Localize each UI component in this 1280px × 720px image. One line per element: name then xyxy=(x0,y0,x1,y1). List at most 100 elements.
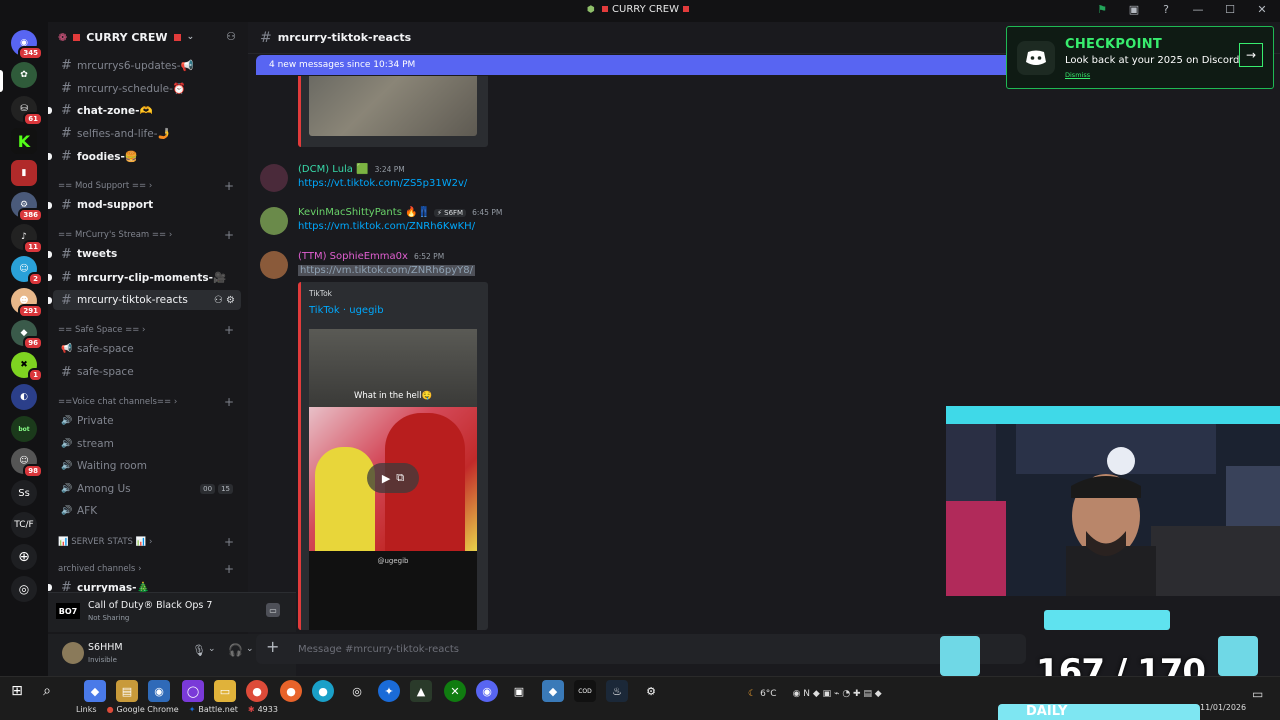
links-toolbar[interactable]: Links xyxy=(76,705,97,714)
category-voice[interactable]: ==Voice chat channels== › + xyxy=(58,395,238,409)
category-safe-space[interactable]: == Safe Space == › + xyxy=(58,323,238,337)
message-author[interactable]: (DCM) Lula 🟩 xyxy=(298,164,369,175)
channel-item[interactable]: # mod-support xyxy=(48,195,241,215)
chrome-icon[interactable]: ● xyxy=(246,680,268,702)
message-link-selected[interactable]: https://vm.tiktok.com/ZNRh6pyY8/ xyxy=(298,265,475,276)
message-link[interactable]: https://vt.tiktok.com/ZS5p31W2v/ xyxy=(298,178,467,189)
server-icon[interactable]: bot xyxy=(11,416,37,442)
discord-icon[interactable]: ◉ xyxy=(476,680,498,702)
channel-item[interactable]: # mrcurry-clip-moments-🎥 xyxy=(48,267,241,287)
search-icon[interactable]: ⌕ xyxy=(36,680,58,702)
category-stream[interactable]: == MrCurry's Stream == › + xyxy=(58,228,238,242)
inbox-icon[interactable]: ▣ xyxy=(1126,3,1142,16)
category-server-stats[interactable]: 📊 SERVER STATS 📊 › + xyxy=(58,535,238,549)
flag-icon[interactable]: ⚑ xyxy=(1094,3,1110,16)
message-author[interactable]: (TTM) SophieEmma0x xyxy=(298,251,408,262)
chevron-down-icon[interactable]: ⌄ xyxy=(246,644,254,654)
server-icon[interactable]: ⚙ 386 xyxy=(11,192,43,222)
add-channel-icon[interactable]: + xyxy=(224,323,234,337)
direct-messages-icon[interactable]: ◉ 345 xyxy=(11,30,43,60)
add-channel-icon[interactable]: + xyxy=(224,535,234,549)
activity-panel[interactable]: BO7 Call of Duty® Black Ops 7 Not Sharin… xyxy=(48,592,296,632)
channel-item[interactable]: # safe-space xyxy=(53,362,241,382)
embed-thumbnail[interactable] xyxy=(309,76,477,136)
message-author[interactable]: KevinMacShittyPants 🔥👖 xyxy=(298,207,430,218)
channel-item[interactable]: # foodies-🍔 xyxy=(48,146,241,166)
copilot-icon[interactable]: ◆ xyxy=(84,680,106,702)
settings-icon[interactable]: ⚙ xyxy=(640,680,662,702)
avatar[interactable] xyxy=(260,164,288,192)
server-curry-crew[interactable]: ✿ xyxy=(11,62,37,88)
play-button[interactable]: ▶ ⧉ xyxy=(367,463,419,493)
notifications-icon[interactable]: ▭ xyxy=(1252,687,1263,701)
channel-item[interactable]: # mrcurrys6-updates-📢 xyxy=(53,55,241,75)
chevron-down-icon[interactable]: ⌄ xyxy=(208,644,216,654)
add-channel-icon[interactable]: + xyxy=(224,179,234,193)
server-header[interactable]: ❁ CURRY CREW ⌄ ⚇ xyxy=(48,22,248,52)
channel-item[interactable]: # selfies-and-life-🤳 xyxy=(53,123,241,143)
firefox-icon[interactable]: ● xyxy=(280,680,302,702)
add-channel-icon[interactable]: + xyxy=(224,228,234,242)
store-icon[interactable]: ▤ xyxy=(116,680,138,702)
new-messages-bar[interactable]: 4 new messages since 10:34 PM xyxy=(256,55,1016,75)
add-attachment-icon[interactable]: + xyxy=(266,637,279,656)
server-icon[interactable]: ▮ xyxy=(11,160,37,186)
windows-start-icon[interactable]: ⊞ xyxy=(6,680,28,702)
settings-icon[interactable]: ⚇ ⚙ xyxy=(214,295,235,306)
quicklink-battlenet[interactable]: ✦ Battle.net xyxy=(189,705,238,714)
category-mod-support[interactable]: == Mod Support == › + xyxy=(58,179,238,193)
cod-icon[interactable]: COD xyxy=(574,680,596,702)
app-icon[interactable]: ▲ xyxy=(410,680,432,702)
minimize-icon[interactable]: — xyxy=(1190,3,1206,16)
checkpoint-promo[interactable]: CHECKPOINT Look back at your 2025 on Dis… xyxy=(1006,26,1274,89)
voice-channel-item[interactable]: 🔊 Among Us 00 15 xyxy=(53,479,241,499)
add-channel-icon[interactable]: + xyxy=(224,562,234,576)
app-icon[interactable]: ◎ xyxy=(346,680,368,702)
dismiss-link[interactable]: Dismiss xyxy=(1065,71,1090,79)
help-icon[interactable]: ? xyxy=(1158,3,1174,16)
app-icon[interactable]: ◯ xyxy=(182,680,204,702)
forum-channel-item[interactable]: 📢 safe-space xyxy=(53,339,241,359)
close-icon[interactable]: ✕ xyxy=(1254,3,1270,16)
channel-item[interactable]: # chat-zone-🫶 xyxy=(48,100,241,120)
add-channel-icon[interactable]: + xyxy=(224,395,234,409)
avatar[interactable] xyxy=(62,642,84,664)
category-archived[interactable]: archived channels › + xyxy=(58,562,238,576)
file-explorer-icon[interactable]: ▭ xyxy=(214,680,236,702)
avatar[interactable] xyxy=(260,251,288,279)
avatar[interactable] xyxy=(260,207,288,235)
channel-item[interactable]: # tweets xyxy=(48,244,241,264)
discover-icon[interactable]: ◎ xyxy=(11,576,37,602)
server-icon[interactable]: ☺ 2 xyxy=(11,256,43,286)
embed-title[interactable]: TikTok · ugegib xyxy=(309,305,384,316)
message-composer[interactable]: + Message #mrcurry-tiktok-reacts xyxy=(256,634,1026,664)
server-icon[interactable]: ♪ 11 xyxy=(11,224,43,254)
voice-channel-item[interactable]: 🔊 Private xyxy=(53,411,241,431)
add-server-icon[interactable]: ⊕ xyxy=(11,544,37,570)
outlook-icon[interactable]: ◉ xyxy=(148,680,170,702)
server-icon[interactable]: ☻ 291 xyxy=(11,288,43,318)
server-tcf[interactable]: TC/F xyxy=(11,512,37,538)
edge-icon[interactable]: ● xyxy=(312,680,334,702)
embed-video[interactable]: What in the hell🤤 ▶ ⧉ @ugegib xyxy=(309,329,477,630)
voice-channel-item[interactable]: 🔊 stream xyxy=(53,434,241,454)
screen-share-icon[interactable]: ▭ xyxy=(266,603,280,617)
maximize-icon[interactable]: ☐ xyxy=(1222,3,1238,16)
server-icon[interactable]: ⛁ 61 xyxy=(11,96,43,126)
headphones-icon[interactable]: 🎧 xyxy=(228,643,243,657)
voice-channel-item[interactable]: 🔊 AFK xyxy=(53,501,241,521)
channel-item-active[interactable]: # mrcurry-tiktok-reacts ⚇ ⚙ xyxy=(48,290,241,310)
kick-server-icon[interactable]: K xyxy=(11,128,37,154)
weather-temp[interactable]: 6°C xyxy=(760,689,777,699)
arrow-right-icon[interactable]: → xyxy=(1239,43,1263,67)
voice-channel-item[interactable]: 🔊 Waiting room xyxy=(53,456,241,476)
xbox-icon[interactable]: ✕ xyxy=(444,680,466,702)
server-ss[interactable]: Ss xyxy=(11,480,37,506)
server-icon[interactable]: ✖ 1 xyxy=(11,352,43,382)
app-icon[interactable]: ◆ xyxy=(542,680,564,702)
tray-icons[interactable]: ◉ N ◆ ▣ ⌁ ◔ ✚ ▤ ◆ xyxy=(793,689,882,699)
steam-icon[interactable]: ♨ xyxy=(606,680,628,702)
battlenet-icon[interactable]: ✦ xyxy=(378,680,400,702)
channel-item[interactable]: # mrcurry-schedule-⏰ xyxy=(53,78,241,98)
xbox-app-icon[interactable]: ▣ xyxy=(508,680,530,702)
